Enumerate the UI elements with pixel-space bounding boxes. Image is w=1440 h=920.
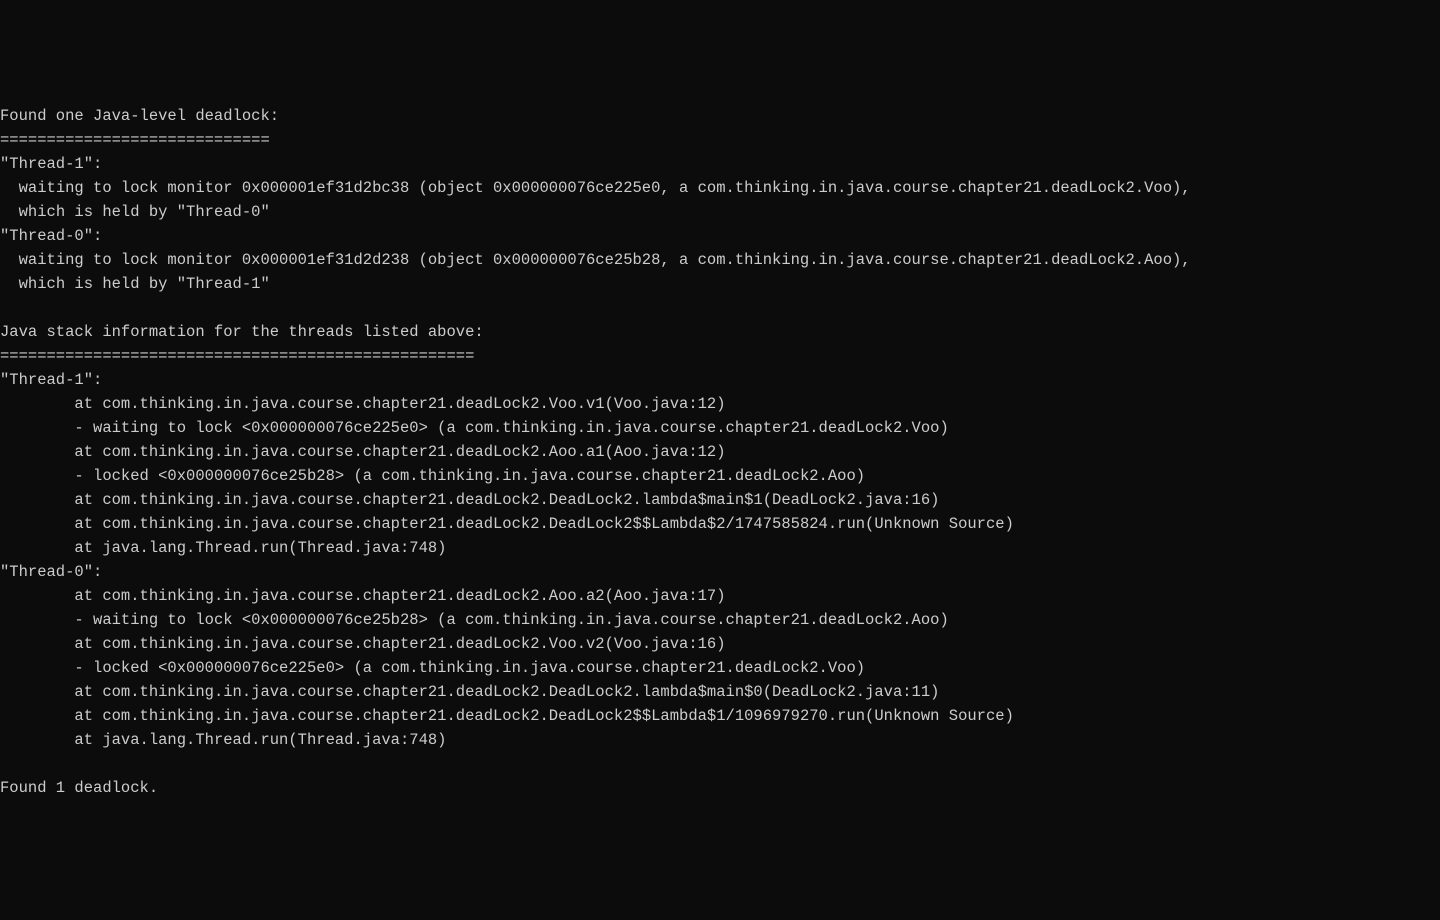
terminal-output: Found one Java-level deadlock: =========… [0,104,1440,800]
